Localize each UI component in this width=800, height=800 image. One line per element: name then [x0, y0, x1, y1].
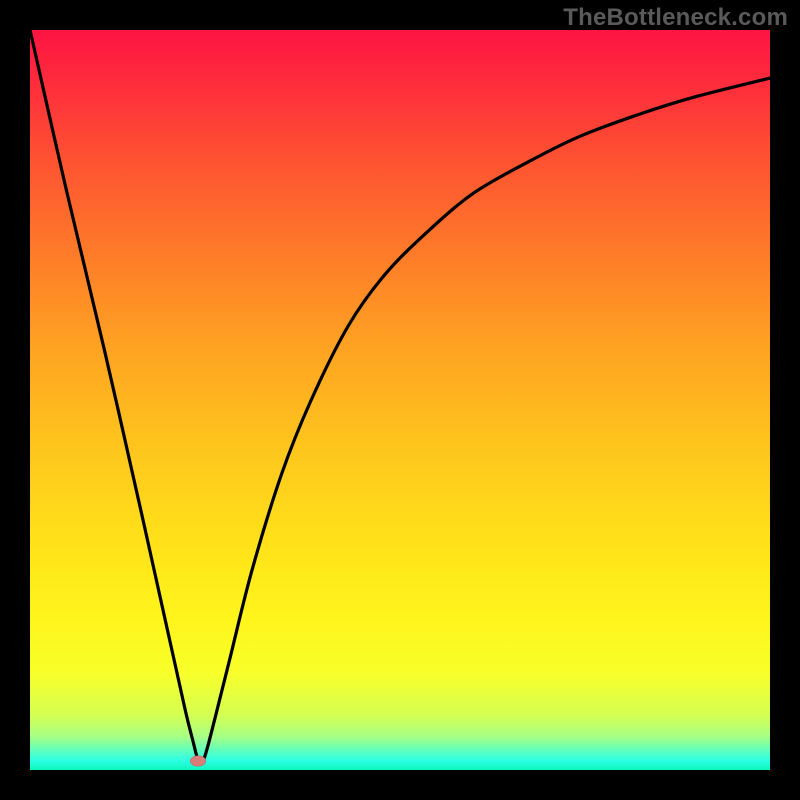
- attribution-text: TheBottleneck.com: [563, 4, 788, 32]
- plot-area: [30, 30, 770, 770]
- bottleneck-curve: [30, 30, 770, 770]
- optimum-marker: [190, 756, 206, 767]
- chart-frame: TheBottleneck.com: [0, 0, 800, 800]
